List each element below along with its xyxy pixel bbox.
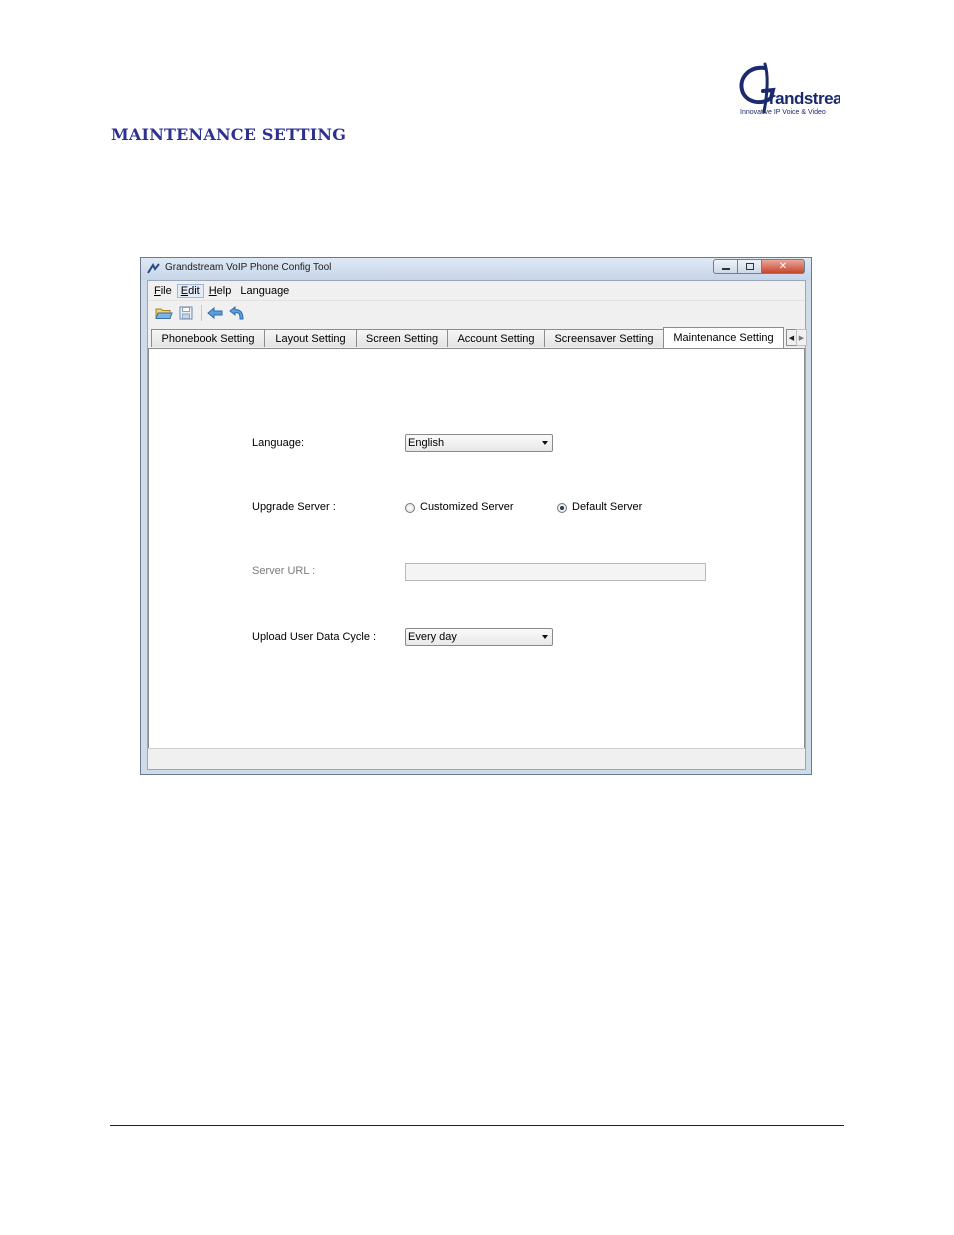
dropdown-arrow-icon: [542, 635, 548, 639]
dropdown-arrow-icon: [542, 441, 548, 445]
undo-icon: [229, 306, 244, 320]
svg-text:randstream: randstream: [769, 89, 840, 108]
footer-divider: [110, 1125, 844, 1126]
menu-language[interactable]: Language: [236, 284, 293, 298]
close-button[interactable]: ✕: [762, 259, 805, 274]
customized-server-label[interactable]: Customized Server: [420, 501, 514, 513]
toolbar: [148, 301, 805, 325]
undo-button[interactable]: [227, 304, 247, 322]
status-bar: [148, 748, 805, 769]
window-title: Grandstream VoIP Phone Config Tool: [165, 262, 332, 273]
open-button[interactable]: [154, 304, 174, 322]
menu-edit[interactable]: Edit: [176, 283, 204, 298]
tab-screen-setting[interactable]: Screen Setting: [356, 329, 448, 347]
section-heading: MAINTENANCE SETTING: [111, 125, 347, 144]
maximize-icon: [745, 263, 754, 270]
open-folder-icon: [155, 308, 173, 319]
maximize-button[interactable]: [738, 259, 762, 274]
tab-account-setting[interactable]: Account Setting: [447, 329, 545, 347]
title-bar[interactable]: Grandstream VoIP Phone Config Tool ✕: [141, 258, 811, 280]
server-url-label: Server URL :: [252, 565, 316, 577]
triangle-right-icon: ▶: [798, 333, 805, 342]
default-server-label[interactable]: Default Server: [572, 501, 642, 513]
menu-bar: File Edit Help Language: [148, 281, 805, 301]
close-icon: ✕: [778, 261, 788, 272]
back-arrow-icon: [207, 307, 223, 319]
default-server-radio[interactable]: [557, 503, 567, 513]
upload-cycle-select[interactable]: Every day: [405, 628, 553, 646]
maintenance-panel: Language: English Upgrade Server : Custo…: [148, 348, 805, 753]
upload-cycle-value: Every day: [408, 631, 457, 643]
tab-layout-setting[interactable]: Layout Setting: [264, 329, 357, 347]
language-label: Language:: [252, 437, 304, 449]
save-button[interactable]: [176, 304, 196, 322]
tab-phonebook-setting[interactable]: Phonebook Setting: [151, 329, 265, 347]
tab-strip: Phonebook Setting Layout Setting Screen …: [148, 327, 807, 349]
tab-screensaver-setting[interactable]: Screensaver Setting: [544, 329, 664, 347]
app-icon: [147, 263, 160, 274]
triangle-left-icon: ◀: [788, 333, 795, 342]
minimize-button[interactable]: [713, 259, 738, 274]
config-tool-window: Grandstream VoIP Phone Config Tool ✕ Fil…: [140, 257, 812, 775]
language-select[interactable]: English: [405, 434, 553, 452]
upload-cycle-label: Upload User Data Cycle :: [252, 631, 377, 643]
tab-scroll-right-button[interactable]: ▶: [796, 329, 807, 346]
window-controls: ✕: [713, 259, 805, 275]
tab-maintenance-setting[interactable]: Maintenance Setting: [663, 327, 784, 348]
server-url-input[interactable]: [405, 563, 706, 581]
customized-server-radio[interactable]: [405, 503, 415, 513]
language-value: English: [408, 437, 445, 449]
menu-help[interactable]: Help: [205, 284, 236, 298]
menu-file[interactable]: File: [150, 284, 176, 298]
save-icon: [179, 306, 193, 320]
back-button[interactable]: [205, 304, 225, 322]
logo-tagline: Innovative IP Voice & Video: [740, 109, 826, 116]
window-client-area: File Edit Help Language Phonebook Settin…: [147, 280, 807, 770]
minimize-icon: [721, 267, 730, 270]
upgrade-server-label: Upgrade Server :: [252, 501, 336, 513]
toolbar-separator: [201, 305, 202, 321]
